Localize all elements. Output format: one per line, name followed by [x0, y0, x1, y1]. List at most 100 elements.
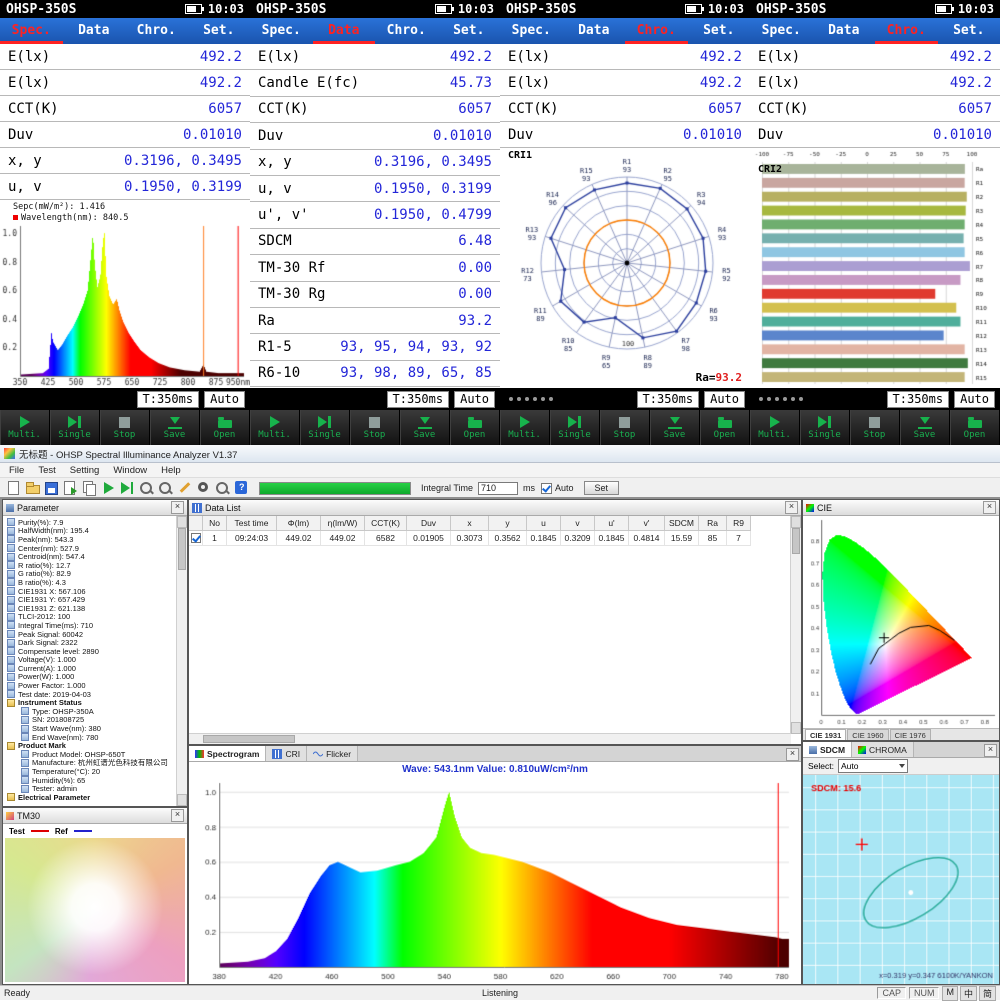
tree-item[interactable]: HalfWidth(nm): 195.4: [7, 527, 175, 536]
device-toolbar-button[interactable]: Open: [450, 410, 500, 445]
tree-item[interactable]: Humidity(%): 65: [21, 776, 175, 785]
close-icon[interactable]: ×: [171, 809, 184, 822]
tree-item[interactable]: Type: OHSP-350A: [21, 707, 175, 716]
tab-chro[interactable]: Chro.: [125, 18, 188, 44]
column-header[interactable]: CCT(K): [365, 516, 407, 531]
new-file-icon[interactable]: [5, 480, 22, 496]
search-icon[interactable]: [214, 480, 231, 496]
tree-item[interactable]: CIE1931 Y: 657.429: [7, 595, 175, 604]
tab-data[interactable]: Data: [563, 18, 626, 44]
zoom-1x-icon[interactable]: [138, 480, 155, 496]
tree-item[interactable]: Start Wave(nm): 380: [21, 724, 175, 733]
close-icon[interactable]: ×: [171, 501, 184, 514]
data-list-hscrollbar[interactable]: [189, 733, 791, 744]
run-continuous-icon[interactable]: [119, 480, 136, 496]
tab-set[interactable]: Set.: [938, 18, 1000, 44]
tab-spec[interactable]: Spec.: [750, 18, 813, 44]
tab-chroma[interactable]: CHROMA: [852, 742, 914, 757]
tab-cie-1976[interactable]: CIE 1976: [890, 729, 931, 740]
device-toolbar-button[interactable]: Open: [950, 410, 1000, 445]
tab-spectrogram[interactable]: Spectrogram: [189, 746, 266, 761]
device-toolbar-button[interactable]: Single: [300, 410, 350, 445]
tree-item[interactable]: CIE1931 Z: 621.138: [7, 604, 175, 613]
auto-box[interactable]: Auto: [954, 391, 995, 408]
tree-item[interactable]: Power Factor: 1.000: [7, 681, 175, 690]
tab-data[interactable]: Data: [313, 18, 376, 44]
tree-item[interactable]: Current(A): 1.000: [7, 664, 175, 673]
copy-icon[interactable]: [81, 480, 98, 496]
device-toolbar-button[interactable]: Stop: [100, 410, 150, 445]
column-header[interactable]: R9: [727, 516, 751, 531]
tree-item[interactable]: Product Model: OHSP-650T: [21, 750, 175, 759]
device-toolbar-button[interactable]: Multi.: [500, 410, 550, 445]
column-header[interactable]: Duv: [407, 516, 451, 531]
tm30-panel-header[interactable]: TM30 ×: [3, 808, 187, 824]
tree-item[interactable]: Manufacture: 杭州虹谱光色科技有限公司: [21, 759, 175, 768]
device-toolbar-button[interactable]: Stop: [850, 410, 900, 445]
tree-item[interactable]: Voltage(V): 1.000: [7, 656, 175, 665]
tree-item[interactable]: Temperature(°C): 20: [21, 767, 175, 776]
tree-item[interactable]: End Wave(nm): 780: [21, 733, 175, 742]
menu-item[interactable]: File: [2, 465, 31, 476]
tab-set[interactable]: Set.: [438, 18, 501, 44]
help-icon[interactable]: [233, 480, 250, 496]
tree-item[interactable]: B ratio(%): 4.3: [7, 578, 175, 587]
tab-spec[interactable]: Spec.: [250, 18, 313, 44]
tab-cri[interactable]: CRI: [266, 746, 307, 761]
tab-data[interactable]: Data: [813, 18, 876, 44]
integration-time-box[interactable]: T:350ms: [387, 391, 450, 408]
auto-checkbox[interactable]: Auto: [541, 483, 574, 494]
column-header[interactable]: u': [595, 516, 629, 531]
menu-item[interactable]: Setting: [63, 465, 107, 476]
column-header[interactable]: x: [451, 516, 489, 531]
column-header[interactable]: v: [561, 516, 595, 531]
ime-indicator[interactable]: M: [942, 986, 958, 1001]
close-icon[interactable]: ×: [786, 748, 799, 761]
tab-chro[interactable]: Chro.: [625, 18, 688, 44]
tree-item[interactable]: Power(W): 1.000: [7, 673, 175, 682]
tree-item[interactable]: G ratio(%): 82.9: [7, 570, 175, 579]
column-header[interactable]: v': [629, 516, 665, 531]
tree-item[interactable]: CIE1931 X: 567.106: [7, 587, 175, 596]
tab-data[interactable]: Data: [63, 18, 126, 44]
device-toolbar-button[interactable]: Save: [150, 410, 200, 445]
column-header[interactable]: η(lm/W): [321, 516, 365, 531]
tree-item[interactable]: Center(nm): 527.9: [7, 544, 175, 553]
column-header[interactable]: SDCM: [665, 516, 699, 531]
device-toolbar-button[interactable]: Multi.: [0, 410, 50, 445]
column-header[interactable]: Ra: [699, 516, 727, 531]
data-list-header[interactable]: Data List ×: [189, 500, 801, 516]
parameter-panel-header[interactable]: Parameter ×: [3, 500, 187, 516]
pen-icon[interactable]: [176, 480, 193, 496]
tree-item[interactable]: Instrument Status: [7, 698, 175, 707]
tab-spec[interactable]: Spec.: [0, 18, 63, 44]
tree-item[interactable]: Purity(%): 7.9: [7, 518, 175, 527]
tab-cie-1931[interactable]: CIE 1931: [805, 729, 846, 740]
auto-box[interactable]: Auto: [204, 391, 245, 408]
integration-time-box[interactable]: T:350ms: [637, 391, 700, 408]
menu-item[interactable]: Window: [106, 465, 154, 476]
tree-item[interactable]: Test date: 2019-04-03: [7, 690, 175, 699]
tree-item[interactable]: R ratio(%): 12.7: [7, 561, 175, 570]
export-icon[interactable]: [62, 480, 79, 496]
open-folder-icon[interactable]: [24, 480, 41, 496]
window-titlebar[interactable]: 无标题 - OHSP Spectral Illuminance Analyzer…: [0, 445, 1000, 463]
tree-item[interactable]: Tester: admin: [21, 784, 175, 793]
tree-item[interactable]: Product Mark: [7, 741, 175, 750]
menu-item[interactable]: Test: [31, 465, 62, 476]
device-toolbar-button[interactable]: Single: [800, 410, 850, 445]
tab-sdcm[interactable]: SDCM: [803, 742, 852, 757]
menu-item[interactable]: Help: [154, 465, 188, 476]
column-header[interactable]: Test time: [227, 516, 277, 531]
integration-time-box[interactable]: T:350ms: [887, 391, 950, 408]
close-icon[interactable]: ×: [984, 744, 997, 757]
column-header[interactable]: y: [489, 516, 527, 531]
row-checkbox[interactable]: [191, 533, 201, 543]
device-toolbar-button[interactable]: Stop: [350, 410, 400, 445]
tab-set[interactable]: Set.: [688, 18, 751, 44]
data-table-row[interactable]: 109:24:03449.02449.0265820.019050.30730.…: [189, 531, 801, 546]
sdcm-mode-select[interactable]: Auto: [838, 759, 908, 773]
save-icon[interactable]: [43, 480, 60, 496]
tree-item[interactable]: Dark Signal: 2322: [7, 638, 175, 647]
tree-item[interactable]: Centroid(nm): 547.4: [7, 552, 175, 561]
